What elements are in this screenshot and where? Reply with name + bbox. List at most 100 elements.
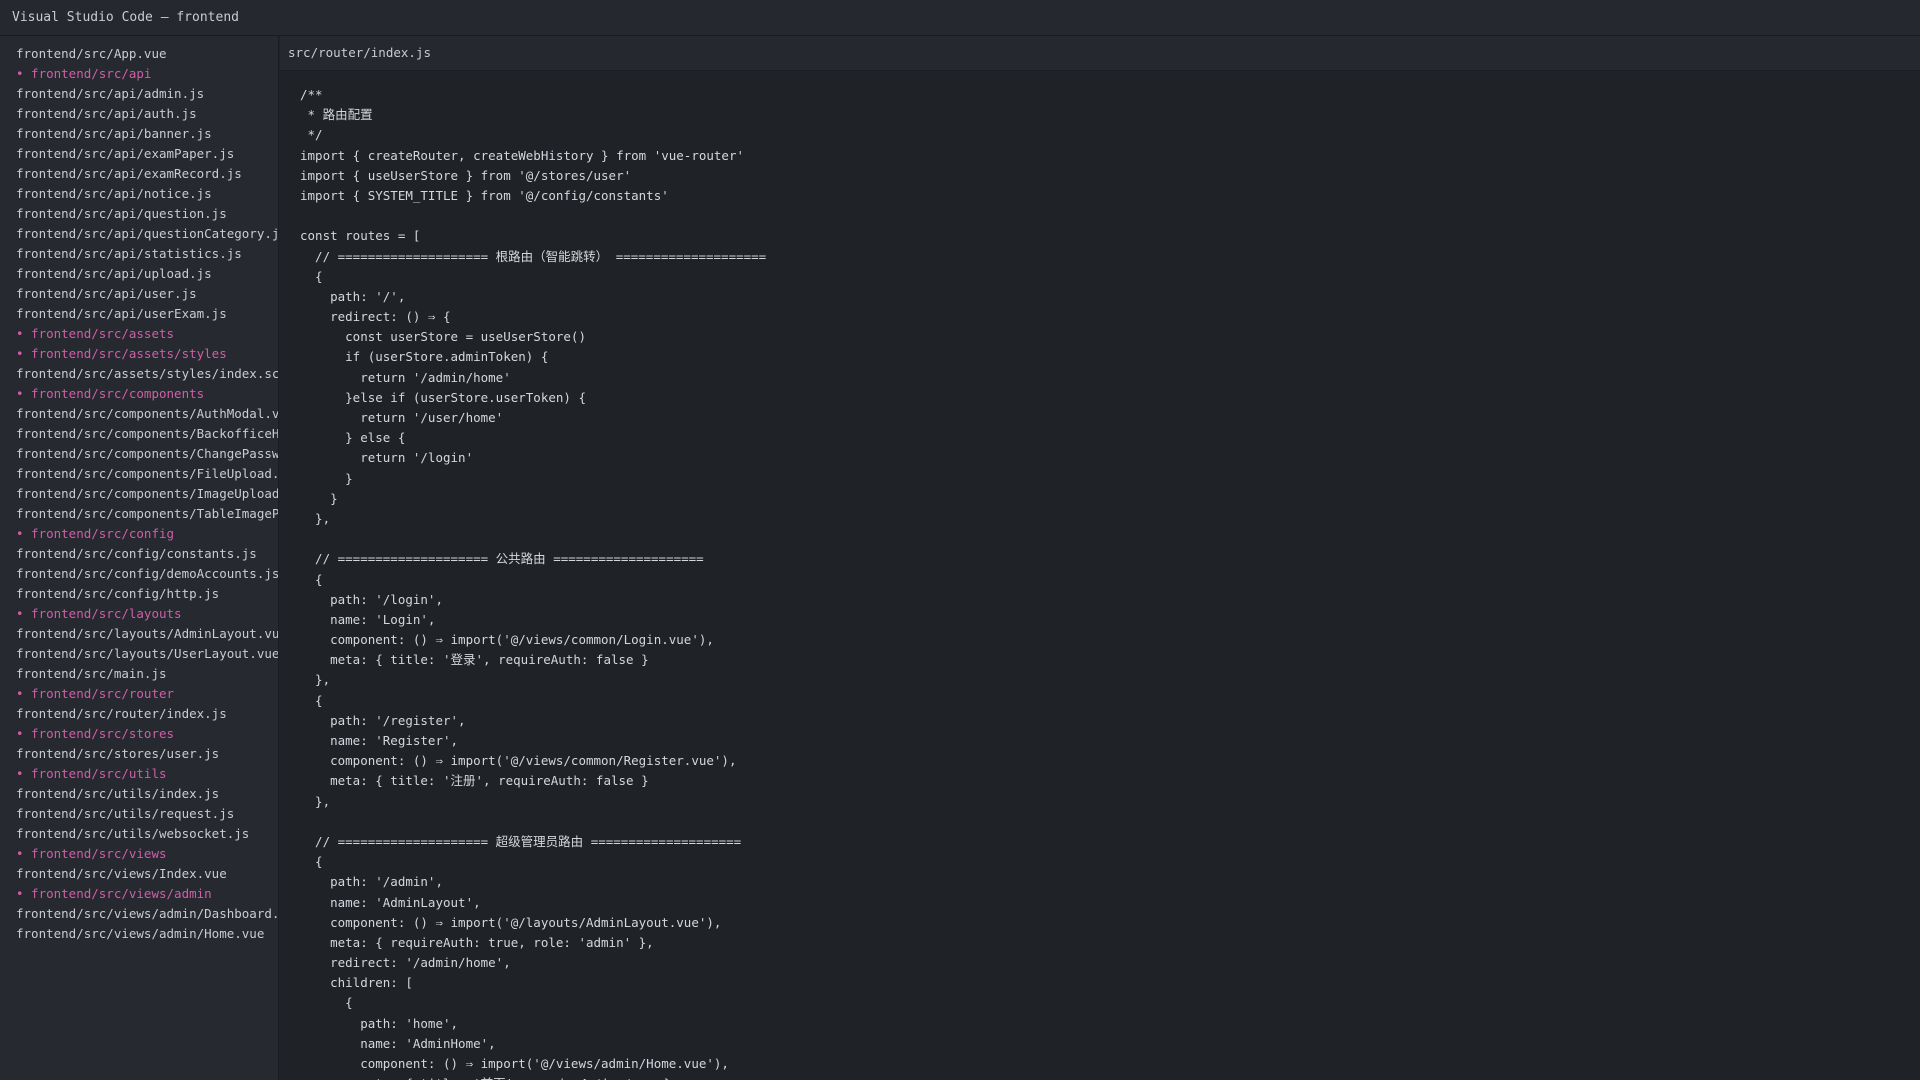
sidebar-file[interactable]: frontend/src/utils/index.js xyxy=(0,784,278,804)
sidebar-folder[interactable]: • frontend/src/components xyxy=(0,384,278,404)
sidebar-file[interactable]: frontend/src/api/admin.js xyxy=(0,84,278,104)
sidebar-file[interactable]: frontend/src/api/upload.js xyxy=(0,264,278,284)
code-line: * 路由配置 xyxy=(300,107,373,123)
sidebar-file[interactable]: frontend/src/views/admin/Dashboard.vu xyxy=(0,904,278,924)
sidebar-file[interactable]: frontend/src/utils/websocket.js xyxy=(0,824,278,844)
sidebar-file[interactable]: frontend/src/components/ChangePasswor xyxy=(0,444,278,464)
code-line: }, xyxy=(300,510,331,526)
code-line: meta: { requireAuth: true, role: 'admin'… xyxy=(300,934,654,950)
editor-area: src/router/index.js /** * 路由配置 */ import … xyxy=(280,36,1920,1080)
sidebar-folder[interactable]: • frontend/src/assets/styles xyxy=(0,344,278,364)
code-line: return '/login' xyxy=(300,450,474,466)
tab-router-index[interactable]: src/router/index.js xyxy=(280,36,1920,71)
code-line: meta: { title: '登录', requireAuth: false … xyxy=(300,652,649,668)
code-line: } xyxy=(300,470,353,486)
code-line: }, xyxy=(300,672,331,688)
sidebar-file[interactable]: frontend/src/stores/user.js xyxy=(0,744,278,764)
sidebar-file[interactable]: frontend/src/components/ImageUpload.v xyxy=(0,484,278,504)
sidebar-file[interactable]: frontend/src/App.vue xyxy=(0,44,278,64)
code-line: /** xyxy=(300,87,323,102)
code-line: meta: { title: '注册', requireAuth: false … xyxy=(300,773,649,789)
code-line: } xyxy=(300,490,338,506)
code-line: component: () ⇒ import('@/layouts/AdminL… xyxy=(300,914,722,930)
sidebar-file[interactable]: frontend/src/api/user.js xyxy=(0,284,278,304)
code-line: path: '/login', xyxy=(300,591,443,607)
sidebar-file[interactable]: frontend/src/config/demoAccounts.js xyxy=(0,564,278,584)
sidebar-file[interactable]: frontend/src/views/admin/Home.vue xyxy=(0,924,278,944)
code-line: } else { xyxy=(300,430,406,446)
sidebar-folder[interactable]: • frontend/src/stores xyxy=(0,724,278,744)
code-line: component: () ⇒ import('@/views/common/R… xyxy=(300,753,737,769)
code-line: import { SYSTEM_TITLE } from '@/config/c… xyxy=(300,187,669,203)
sidebar-file[interactable]: frontend/src/config/constants.js xyxy=(0,544,278,564)
code-line: import { useUserStore } from '@/stores/u… xyxy=(300,167,632,183)
sidebar-file[interactable]: frontend/src/components/FileUpload.vu xyxy=(0,464,278,484)
sidebar-file[interactable]: frontend/src/components/TableImagePre xyxy=(0,504,278,524)
sidebar-file[interactable]: frontend/src/config/http.js xyxy=(0,584,278,604)
code-line: { xyxy=(300,854,323,870)
code-line: }, xyxy=(300,793,331,809)
code-line: meta: { title: '首页', requireAuth: true } xyxy=(300,1074,1920,1080)
code-line: const userStore = useUserStore() xyxy=(300,329,586,345)
code-line: { xyxy=(300,268,323,284)
sidebar-file[interactable]: frontend/src/components/AuthModal.vue xyxy=(0,404,278,424)
code-editor[interactable]: /** * 路由配置 */ import { createRouter, crea… xyxy=(280,71,1920,1080)
sidebar-file[interactable]: frontend/src/main.js xyxy=(0,664,278,684)
code-line: import { createRouter, createWebHistory … xyxy=(300,147,745,163)
sidebar-file[interactable]: frontend/src/router/index.js xyxy=(0,704,278,724)
code-line: name: 'Login', xyxy=(300,611,436,627)
sidebar-folder[interactable]: • frontend/src/layouts xyxy=(0,604,278,624)
code-line: { xyxy=(300,571,323,587)
code-line: children: [ xyxy=(300,975,413,991)
code-line: return '/user/home' xyxy=(300,410,504,425)
sidebar-file[interactable]: frontend/src/api/auth.js xyxy=(0,104,278,124)
code-line: path: '/admin', xyxy=(300,874,443,890)
sidebar-file[interactable]: frontend/src/api/statistics.js xyxy=(0,244,278,264)
code-line: // ==================== 根路由（智能跳转） ======… xyxy=(300,248,767,264)
sidebar-folder[interactable]: • frontend/src/router xyxy=(0,684,278,704)
sidebar-file[interactable]: frontend/src/api/examRecord.js xyxy=(0,164,278,184)
code-line: }else if (userStore.userToken) { xyxy=(300,389,586,405)
code-line: redirect: '/admin/home', xyxy=(300,955,511,971)
code-line: { xyxy=(300,692,323,708)
code-line: path: '/', xyxy=(300,288,406,304)
code-line: name: 'AdminLayout', xyxy=(300,894,481,910)
code-line: const routes = [ xyxy=(300,228,421,244)
sidebar-folder[interactable]: • frontend/src/views/admin xyxy=(0,884,278,904)
sidebar-folder[interactable]: • frontend/src/api xyxy=(0,64,278,84)
code-line: name: 'Register', xyxy=(300,733,459,748)
sidebar-file[interactable]: frontend/src/components/BackofficeHom xyxy=(0,424,278,444)
sidebar-folder[interactable]: • frontend/src/config xyxy=(0,524,278,544)
sidebar-file[interactable]: frontend/src/layouts/AdminLayout.vue xyxy=(0,624,278,644)
sidebar-file[interactable]: frontend/src/api/examPaper.js xyxy=(0,144,278,164)
sidebar-folder[interactable]: • frontend/src/views xyxy=(0,844,278,864)
window-title: Visual Studio Code — frontend xyxy=(0,0,1920,36)
code-line: { xyxy=(300,995,353,1011)
code-line: component: () ⇒ import('@/views/common/L… xyxy=(300,632,714,648)
sidebar-file[interactable]: frontend/src/assets/styles/index.scss xyxy=(0,364,278,384)
sidebar-file[interactable]: frontend/src/api/questionCategory.js xyxy=(0,224,278,244)
code-line: component: () ⇒ import('@/views/admin/Ho… xyxy=(300,1056,729,1071)
code-line: return '/admin/home' xyxy=(300,369,511,385)
code-line: */ xyxy=(300,127,323,143)
code-line: redirect: () ⇒ { xyxy=(300,309,451,325)
sidebar-file[interactable]: frontend/src/api/banner.js xyxy=(0,124,278,144)
code-line: name: 'AdminHome', xyxy=(300,1035,496,1051)
code-line: // ==================== 超级管理员路由 ========… xyxy=(300,833,742,849)
sidebar-file[interactable]: frontend/src/layouts/UserLayout.vue xyxy=(0,644,278,664)
code-line: // ==================== 公共路由 ===========… xyxy=(300,551,704,567)
sidebar-file[interactable]: frontend/src/api/notice.js xyxy=(0,184,278,204)
file-explorer: frontend/src/App.vue • frontend/src/api fr… xyxy=(0,36,279,1080)
sidebar-file[interactable]: frontend/src/api/userExam.js xyxy=(0,304,278,324)
sidebar-folder[interactable]: • frontend/src/assets xyxy=(0,324,278,344)
sidebar-folder[interactable]: • frontend/src/utils xyxy=(0,764,278,784)
code-line: if (userStore.adminToken) { xyxy=(300,349,549,365)
sidebar-file[interactable]: frontend/src/api/question.js xyxy=(0,204,278,224)
sidebar-file[interactable]: frontend/src/views/Index.vue xyxy=(0,864,278,884)
sidebar-file[interactable]: frontend/src/utils/request.js xyxy=(0,804,278,824)
code-line: path: 'home', xyxy=(300,1015,459,1031)
code-line: path: '/register', xyxy=(300,712,466,728)
